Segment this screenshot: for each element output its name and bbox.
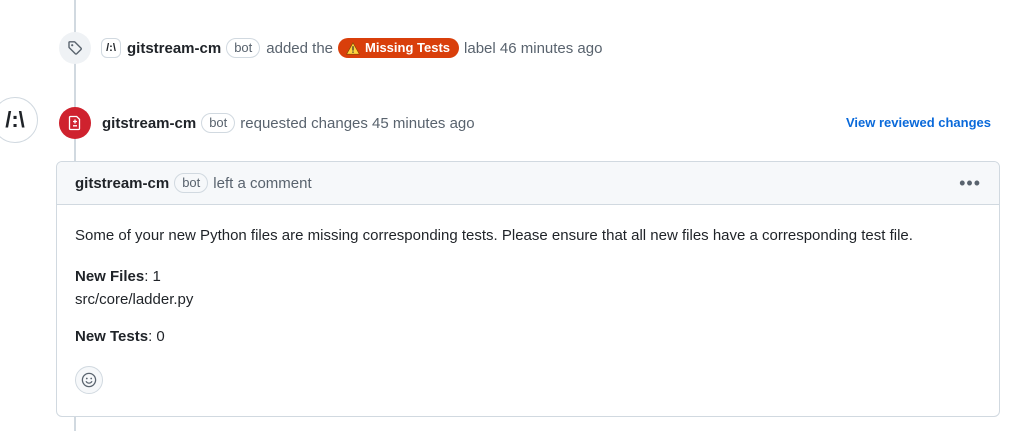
label-time-text: label 46 minutes ago xyxy=(464,39,603,57)
action-text: added the xyxy=(266,39,334,57)
file-path: src/core/ladder.py xyxy=(75,291,194,308)
new-files-label: New Files xyxy=(75,268,145,285)
tag-icon xyxy=(68,41,82,55)
review-action-text: requested changes 45 minutes ago xyxy=(240,114,475,132)
review-comment-box: gitstream-cm bot left a comment ••• Some… xyxy=(56,161,1000,417)
new-tests-line: New Tests: 0 xyxy=(75,328,981,345)
comment-intro: Some of your new Python files are missin… xyxy=(75,227,913,244)
new-tests-value: : 0 xyxy=(148,328,165,345)
warning-icon xyxy=(346,41,360,54)
reviewer-name[interactable]: gitstream-cm xyxy=(102,115,196,132)
label-event: /:\ gitstream-cm bot added the Missing T… xyxy=(59,32,602,64)
label-missing-tests[interactable]: Missing Tests xyxy=(338,38,460,58)
bot-badge: bot xyxy=(174,173,209,193)
actor-avatar[interactable]: /:\ xyxy=(101,38,121,58)
bot-badge: bot xyxy=(201,113,236,133)
add-reaction-button[interactable] xyxy=(75,366,103,394)
comment-body: Some of your new Python files are missin… xyxy=(57,227,999,394)
bot-badge: bot xyxy=(226,38,261,58)
new-files-line: New Files: 1 src/core/ladder.py xyxy=(75,265,981,311)
reviewer-avatar[interactable]: /:\ xyxy=(0,97,38,143)
tag-icon-badge xyxy=(59,32,91,64)
new-files-value: : 1 xyxy=(144,268,161,285)
smiley-icon xyxy=(81,372,97,388)
review-changes-badge xyxy=(59,107,91,139)
comment-options-kebab-icon[interactable]: ••• xyxy=(959,174,981,192)
comment-action-text: left a comment xyxy=(213,174,312,192)
comment-header: gitstream-cm bot left a comment ••• xyxy=(57,162,999,205)
new-tests-label: New Tests xyxy=(75,328,149,345)
review-event: gitstream-cm bot requested changes 45 mi… xyxy=(59,107,475,139)
actor-name[interactable]: gitstream-cm xyxy=(127,40,221,57)
view-reviewed-changes-link[interactable]: View reviewed changes xyxy=(846,115,991,130)
comment-author[interactable]: gitstream-cm xyxy=(75,175,169,192)
label-text: Missing Tests xyxy=(365,40,451,55)
file-diff-icon xyxy=(68,115,81,131)
